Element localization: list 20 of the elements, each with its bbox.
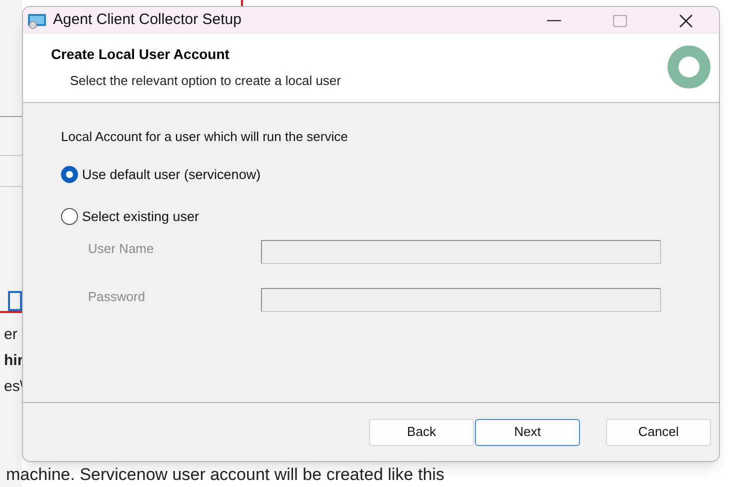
radio-option[interactable]: Use default user (servicenow) [61, 164, 719, 185]
document-text: er [3, 325, 18, 345]
page-subtitle: Select the relevant option to create a local user [69, 72, 341, 90]
close-icon [679, 14, 693, 28]
dialog-button[interactable]: Back [369, 418, 474, 446]
prompt-text: Local Account for a user which will run the service [61, 128, 349, 146]
window-title: Agent Client Collector Setup [53, 10, 242, 30]
field-label: Password [87, 288, 146, 306]
page-title: Create Local User Account [51, 45, 230, 64]
minimize-icon [547, 20, 561, 22]
radio-option[interactable]: Select existing user [61, 206, 719, 227]
field-label: User Name [87, 240, 155, 258]
dialog-button[interactable]: Cancel [606, 418, 711, 446]
document-text: machine. Servicenow user account will be created like this [6, 464, 444, 486]
radio-button[interactable] [61, 208, 78, 226]
radio-button[interactable] [61, 166, 78, 184]
dialog-button[interactable]: Next [475, 418, 580, 446]
document-text: hir [3, 351, 22, 371]
installer-icon [27, 12, 47, 28]
maximize-icon [613, 14, 627, 26]
